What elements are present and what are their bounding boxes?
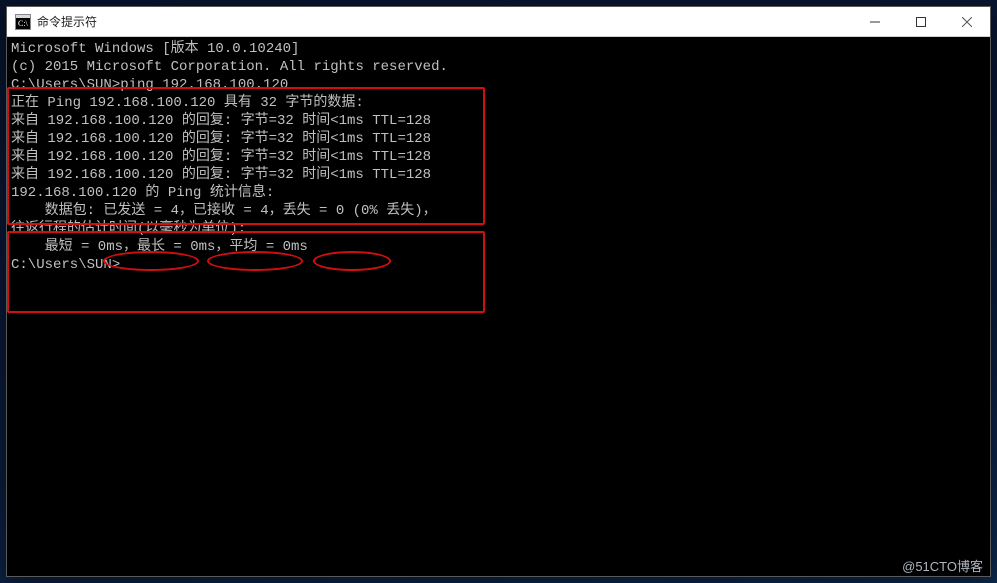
console-prompt: C:\Users\SUN> [11,256,986,274]
minimize-button[interactable] [852,7,898,37]
window-title: 命令提示符 [37,13,852,30]
console-line-stats: 192.168.100.120 的 Ping 统计信息: [11,184,986,202]
console-line-command: C:\Users\SUN>ping 192.168.100.120 [11,76,986,94]
close-button[interactable] [944,7,990,37]
maximize-button[interactable] [898,7,944,37]
svg-text:C:\: C:\ [18,19,29,28]
console-line-reply: 来自 192.168.100.120 的回复: 字节=32 时间<1ms TTL… [11,166,986,184]
cmd-window: C:\ 命令提示符 Microsoft Windows [版本 10.0.102… [6,6,991,577]
console-line-stats: 数据包: 已发送 = 4，已接收 = 4，丢失 = 0 (0% 丢失)， [11,202,986,220]
console-output[interactable]: Microsoft Windows [版本 10.0.10240] (c) 20… [7,37,990,277]
watermark: @51CTO博客 [902,556,983,575]
console-line-stats: 往返行程的估计时间(以毫秒为单位): [11,220,986,238]
console-line: (c) 2015 Microsoft Corporation. All righ… [11,58,986,76]
console-line: Microsoft Windows [版本 10.0.10240] [11,40,986,58]
titlebar[interactable]: C:\ 命令提示符 [7,7,990,37]
window-controls [852,7,990,36]
cmd-icon: C:\ [15,14,31,30]
console-line: 正在 Ping 192.168.100.120 具有 32 字节的数据: [11,94,986,112]
console-line-reply: 来自 192.168.100.120 的回复: 字节=32 时间<1ms TTL… [11,148,986,166]
console-line-reply: 来自 192.168.100.120 的回复: 字节=32 时间<1ms TTL… [11,130,986,148]
console-line-reply: 来自 192.168.100.120 的回复: 字节=32 时间<1ms TTL… [11,112,986,130]
console-line-stats: 最短 = 0ms，最长 = 0ms，平均 = 0ms [11,238,986,256]
